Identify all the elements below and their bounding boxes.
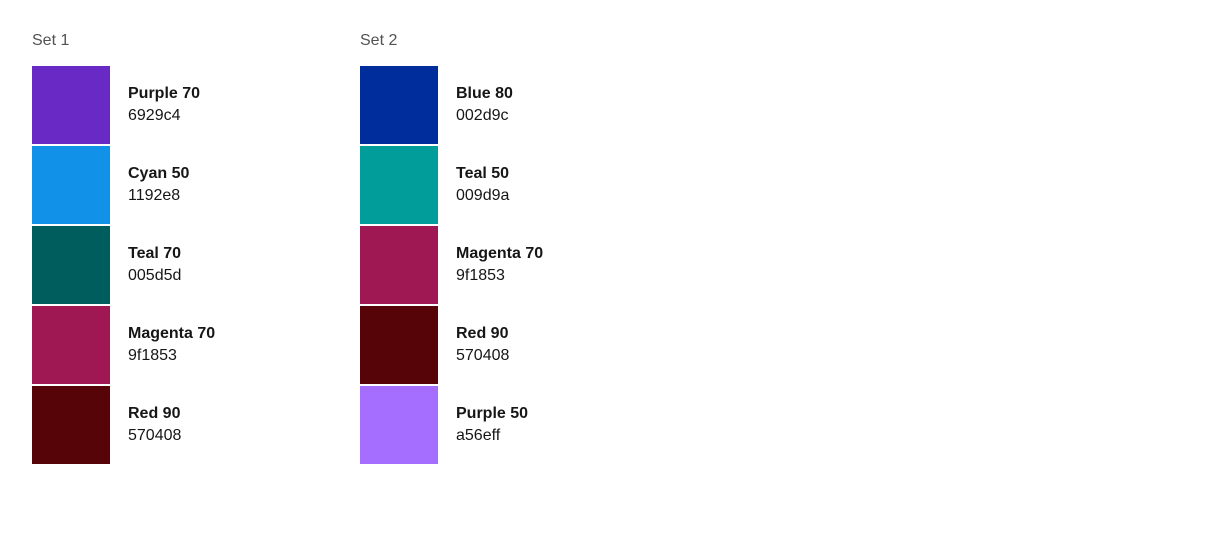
swatch-name: Cyan 50	[128, 163, 189, 185]
swatch-row: Blue 80 002d9c	[360, 66, 640, 144]
set-2: Set 2 Blue 80 002d9c Teal 50 009d9a Mage…	[360, 32, 640, 466]
set-1: Set 1 Purple 70 6929c4 Cyan 50 1192e8 Te…	[32, 32, 312, 466]
swatch-hex: 9f1853	[456, 265, 543, 287]
swatch-info: Red 90 570408	[438, 323, 509, 368]
swatch-row: Red 90 570408	[32, 386, 312, 464]
swatch-hex: 005d5d	[128, 265, 181, 287]
swatch-info: Teal 50 009d9a	[438, 163, 509, 208]
swatch-name: Teal 50	[456, 163, 509, 185]
swatch-row: Teal 70 005d5d	[32, 226, 312, 304]
swatch-hex: 1192e8	[128, 185, 189, 207]
swatch-name: Red 90	[128, 403, 181, 425]
swatch-hex: 570408	[128, 425, 181, 447]
color-swatch	[360, 66, 438, 144]
swatch-row: Magenta 70 9f1853	[32, 306, 312, 384]
swatch-row: Teal 50 009d9a	[360, 146, 640, 224]
swatch-info: Purple 50 a56eff	[438, 403, 528, 448]
swatch-row: Cyan 50 1192e8	[32, 146, 312, 224]
set-title: Set 1	[32, 32, 312, 50]
swatch-row: Magenta 70 9f1853	[360, 226, 640, 304]
swatch-info: Magenta 70 9f1853	[110, 323, 215, 368]
color-swatch	[32, 146, 110, 224]
swatch-info: Magenta 70 9f1853	[438, 243, 543, 288]
set-title: Set 2	[360, 32, 640, 50]
swatch-name: Magenta 70	[128, 323, 215, 345]
swatch-name: Teal 70	[128, 243, 181, 265]
color-swatch	[360, 226, 438, 304]
swatch-info: Blue 80 002d9c	[438, 83, 513, 128]
swatch-name: Blue 80	[456, 83, 513, 105]
color-swatch	[32, 226, 110, 304]
swatch-row: Purple 70 6929c4	[32, 66, 312, 144]
swatch-row: Purple 50 a56eff	[360, 386, 640, 464]
swatch-hex: 570408	[456, 345, 509, 367]
swatch-name: Purple 50	[456, 403, 528, 425]
color-swatch	[32, 66, 110, 144]
color-swatch	[360, 306, 438, 384]
swatch-hex: 009d9a	[456, 185, 509, 207]
swatch-name: Red 90	[456, 323, 509, 345]
swatch-info: Purple 70 6929c4	[110, 83, 200, 128]
swatch-name: Purple 70	[128, 83, 200, 105]
color-swatch	[32, 386, 110, 464]
swatch-hex: 002d9c	[456, 105, 513, 127]
palette-container: Set 1 Purple 70 6929c4 Cyan 50 1192e8 Te…	[32, 32, 1184, 466]
color-swatch	[360, 146, 438, 224]
swatch-hex: a56eff	[456, 425, 528, 447]
color-swatch	[32, 306, 110, 384]
swatch-name: Magenta 70	[456, 243, 543, 265]
swatch-info: Red 90 570408	[110, 403, 181, 448]
swatch-info: Teal 70 005d5d	[110, 243, 181, 288]
color-swatch	[360, 386, 438, 464]
swatch-hex: 6929c4	[128, 105, 200, 127]
swatch-hex: 9f1853	[128, 345, 215, 367]
swatch-info: Cyan 50 1192e8	[110, 163, 189, 208]
swatch-row: Red 90 570408	[360, 306, 640, 384]
